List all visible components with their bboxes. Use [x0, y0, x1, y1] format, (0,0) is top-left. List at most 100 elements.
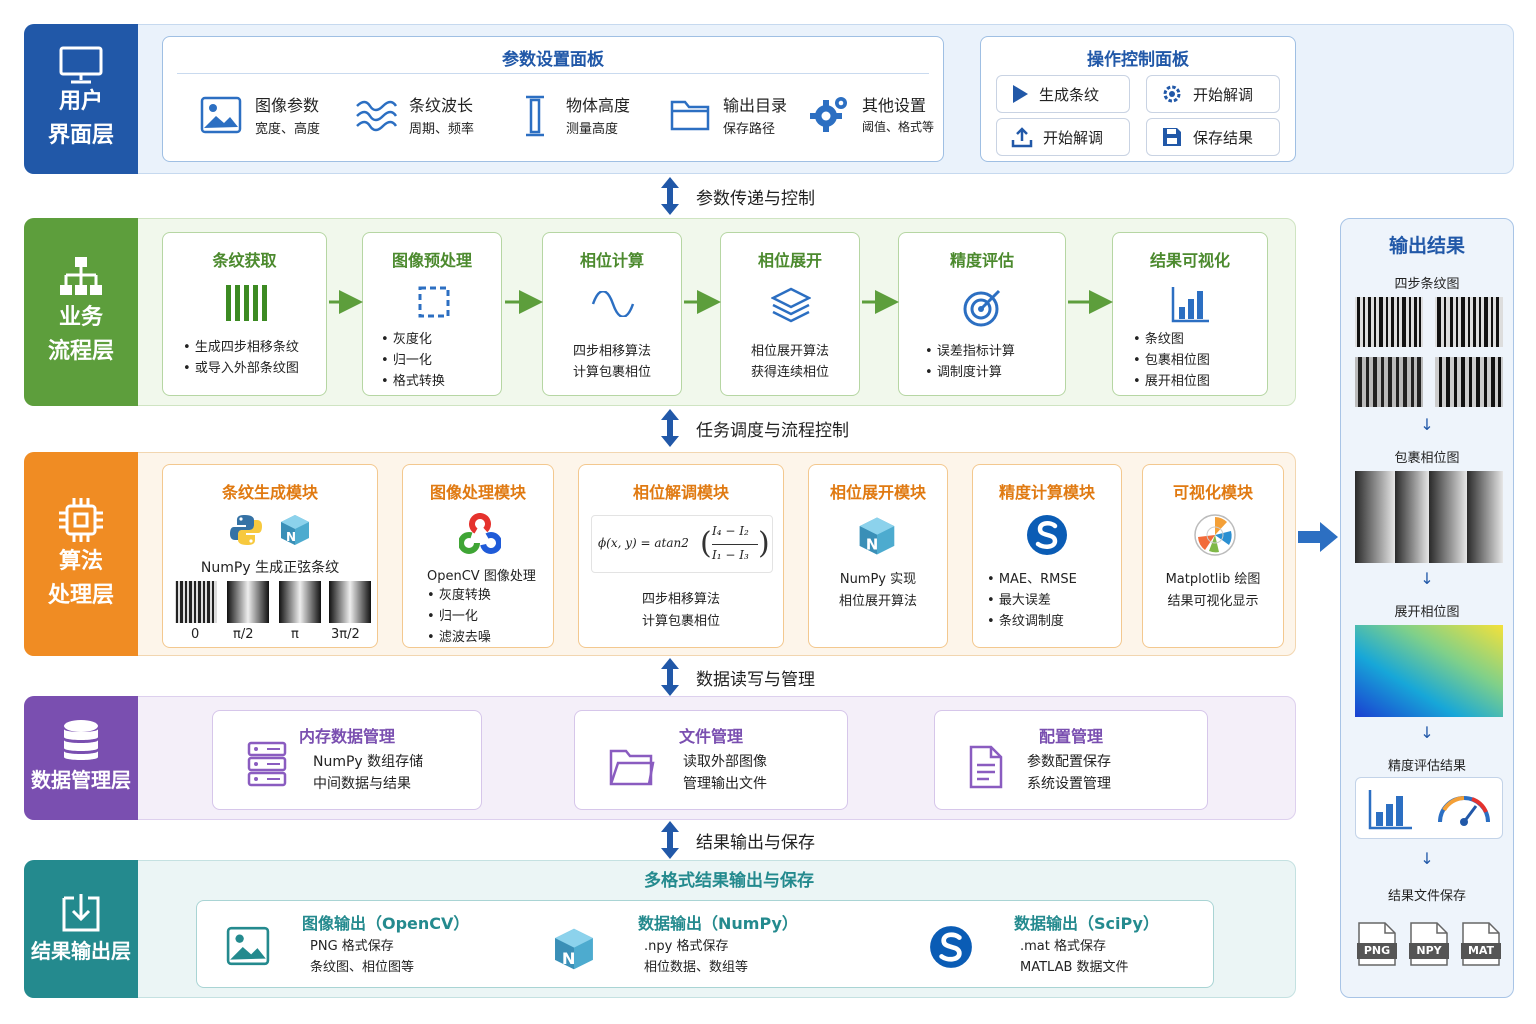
output-item-line: .mat 格式保存	[1020, 939, 1106, 954]
module-visualization[interactable]: 可视化模块 Matplotlib 绘图 结果可视化显示	[1142, 464, 1284, 648]
data-mgmt-line: 管理输出文件	[683, 776, 767, 792]
module-title: 精度计算模块	[998, 483, 1095, 502]
image-icon	[226, 926, 270, 966]
file-type-label: PNG	[1363, 944, 1391, 957]
module-title: 可视化模块	[1172, 483, 1253, 502]
results-files-label: 结果文件保存	[1387, 889, 1466, 904]
fringe-pattern-0	[175, 581, 217, 623]
file-type-label: MAT	[1467, 944, 1495, 957]
module-bullet: 灰度转换	[427, 585, 491, 606]
out-layer-tab: 结果输出层	[24, 860, 138, 998]
module-title: 条纹生成模块	[221, 483, 318, 502]
module-bullet: 最大误差	[987, 590, 1077, 611]
algo-layer-label: 算法 处理层	[47, 549, 114, 608]
module-line: 四步相移算法	[641, 592, 720, 607]
bar-chart-icon	[1368, 790, 1412, 830]
document-icon	[969, 745, 1003, 789]
opencv-icon	[459, 513, 501, 554]
module-title: 相位解调模块	[632, 483, 729, 502]
results-unwrapped-label: 展开相位图	[1394, 605, 1460, 620]
fringe-pattern-row	[175, 581, 371, 623]
phase-label-3: 3π/2	[331, 627, 360, 642]
down-arrow-icon: ↓	[1420, 849, 1434, 868]
module-line: NumPy 实现	[839, 572, 917, 587]
png-file-icon: PNG	[1357, 921, 1397, 967]
double-arrow-icon	[661, 658, 679, 696]
output-item-line: MATLAB 数据文件	[1020, 960, 1129, 975]
unwrapped-phase-image	[1355, 625, 1503, 717]
module-bullet: 滤波去噪	[427, 627, 491, 648]
module-phase-unwrap[interactable]: 相位展开模块 N NumPy 实现 相位展开算法	[808, 464, 948, 648]
data-mgmt-memory[interactable]: 内存数据管理 NumPy 数组存储 中间数据与结果	[212, 710, 482, 810]
module-title: 相位展开模块	[829, 483, 926, 502]
results-fringe-label: 四步条纹图	[1394, 277, 1460, 292]
formula-lhs: ϕ(x, y) = atan2	[598, 536, 689, 550]
connector-data-rw: 数据读写与管理	[658, 657, 815, 697]
output-item-numpy[interactable]: N 数据输出（NumPy） .npy 格式保存 相位数据、数组等	[552, 908, 872, 982]
file-type-label: NPY	[1416, 944, 1442, 957]
result-files-row: PNG NPY MAT	[1357, 921, 1503, 969]
output-item-scipy[interactable]: 数据输出（SciPy） .mat 格式保存 MATLAB 数据文件	[928, 908, 1208, 982]
data-mgmt-title: 配置管理	[1038, 727, 1103, 746]
data-mgmt-line: 中间数据与结果	[313, 776, 411, 792]
scipy-icon	[930, 926, 972, 968]
wrapped-phase-image	[1355, 471, 1503, 563]
module-line: 相位展开算法	[838, 594, 917, 609]
down-arrow-icon: ↓	[1420, 415, 1434, 434]
results-precision-label: 精度评估结果	[1387, 759, 1466, 774]
data-mgmt-line: NumPy 数组存储	[313, 754, 424, 770]
fringe-thumbnails	[1355, 297, 1503, 407]
server-icon	[247, 741, 287, 787]
folder-icon	[609, 749, 655, 786]
data-mgmt-config[interactable]: 配置管理 参数配置保存 系统设置管理	[934, 710, 1208, 810]
module-fringe-generation[interactable]: 条纹生成模块 N NumPy 生成正弦条纹 0 π/2 π 3π/2	[162, 464, 378, 648]
phase-label-2: π	[291, 627, 299, 642]
output-item-line: .npy 格式保存	[644, 939, 729, 954]
data-mgmt-title: 文件管理	[678, 727, 743, 746]
fringe-pattern-2	[279, 581, 321, 623]
module-bullet: MAE、RMSE	[987, 569, 1077, 590]
module-line: 计算包裹相位	[641, 614, 720, 629]
svg-text:N: N	[866, 537, 878, 554]
flow-arrows	[329, 290, 1113, 314]
output-item-line: PNG 格式保存	[310, 939, 394, 954]
results-panel-title: 输出结果	[1388, 235, 1465, 257]
data-mgmt-file[interactable]: 文件管理 读取外部图像 管理输出文件	[574, 710, 848, 810]
output-item-title: 数据输出（SciPy）	[1014, 914, 1159, 933]
module-phase-demodulation[interactable]: 相位解调模块 ϕ(x, y) = atan2 ( I₄ − I₂ I₁ − I₃…	[578, 464, 784, 648]
python-icon	[230, 515, 262, 545]
output-item-image[interactable]: 图像输出（OpenCV） PNG 格式保存 条纹图、相位图等	[222, 908, 542, 982]
database-icon	[64, 720, 98, 760]
output-item-title: 数据输出（NumPy）	[638, 914, 798, 933]
data-layer-tab: 数据管理层	[24, 696, 138, 820]
module-image-processing[interactable]: 图像处理模块 OpenCV 图像处理 灰度转换 归一化 滤波去噪	[402, 464, 554, 648]
phase-label-1: π/2	[233, 627, 254, 642]
chip-icon	[59, 498, 103, 542]
output-item-line: 条纹图、相位图等	[310, 960, 415, 975]
scipy-icon	[1027, 515, 1067, 555]
mat-file-icon: MAT	[1461, 921, 1501, 967]
gauge-icon	[1438, 796, 1490, 826]
formula-denominator: I₁ − I₃	[712, 548, 749, 562]
svg-text:N: N	[562, 949, 576, 968]
numpy-icon: N	[859, 517, 895, 555]
module-precision[interactable]: 精度计算模块 MAE、RMSE 最大误差 条纹调制度	[972, 464, 1122, 648]
connector-output-save: 结果输出与保存	[658, 820, 815, 860]
numpy-icon: N	[281, 515, 309, 545]
numpy-icon: N	[555, 928, 593, 970]
module-bullet: 条纹调制度	[987, 611, 1077, 632]
data-mgmt-line: 系统设置管理	[1027, 776, 1111, 792]
fringe-pattern-1	[227, 581, 269, 623]
precision-result-box	[1355, 777, 1503, 839]
svg-text:N: N	[286, 530, 296, 544]
module-title: 图像处理模块	[429, 483, 526, 502]
module-bullet: 归一化	[427, 606, 491, 627]
algo-layer-tab: 算法 处理层	[24, 452, 138, 656]
phase-label-0: 0	[191, 627, 200, 642]
phase-formula-box: ϕ(x, y) = atan2 ( I₄ − I₂ I₁ − I₃ )	[591, 515, 773, 573]
module-line: 结果可视化显示	[1167, 594, 1259, 609]
output-item-line: 相位数据、数组等	[644, 960, 749, 975]
connector-label-3: 数据读写与管理	[696, 669, 815, 690]
module-image-text: OpenCV 图像处理	[427, 569, 536, 584]
results-wrapped-label: 包裹相位图	[1394, 451, 1460, 466]
